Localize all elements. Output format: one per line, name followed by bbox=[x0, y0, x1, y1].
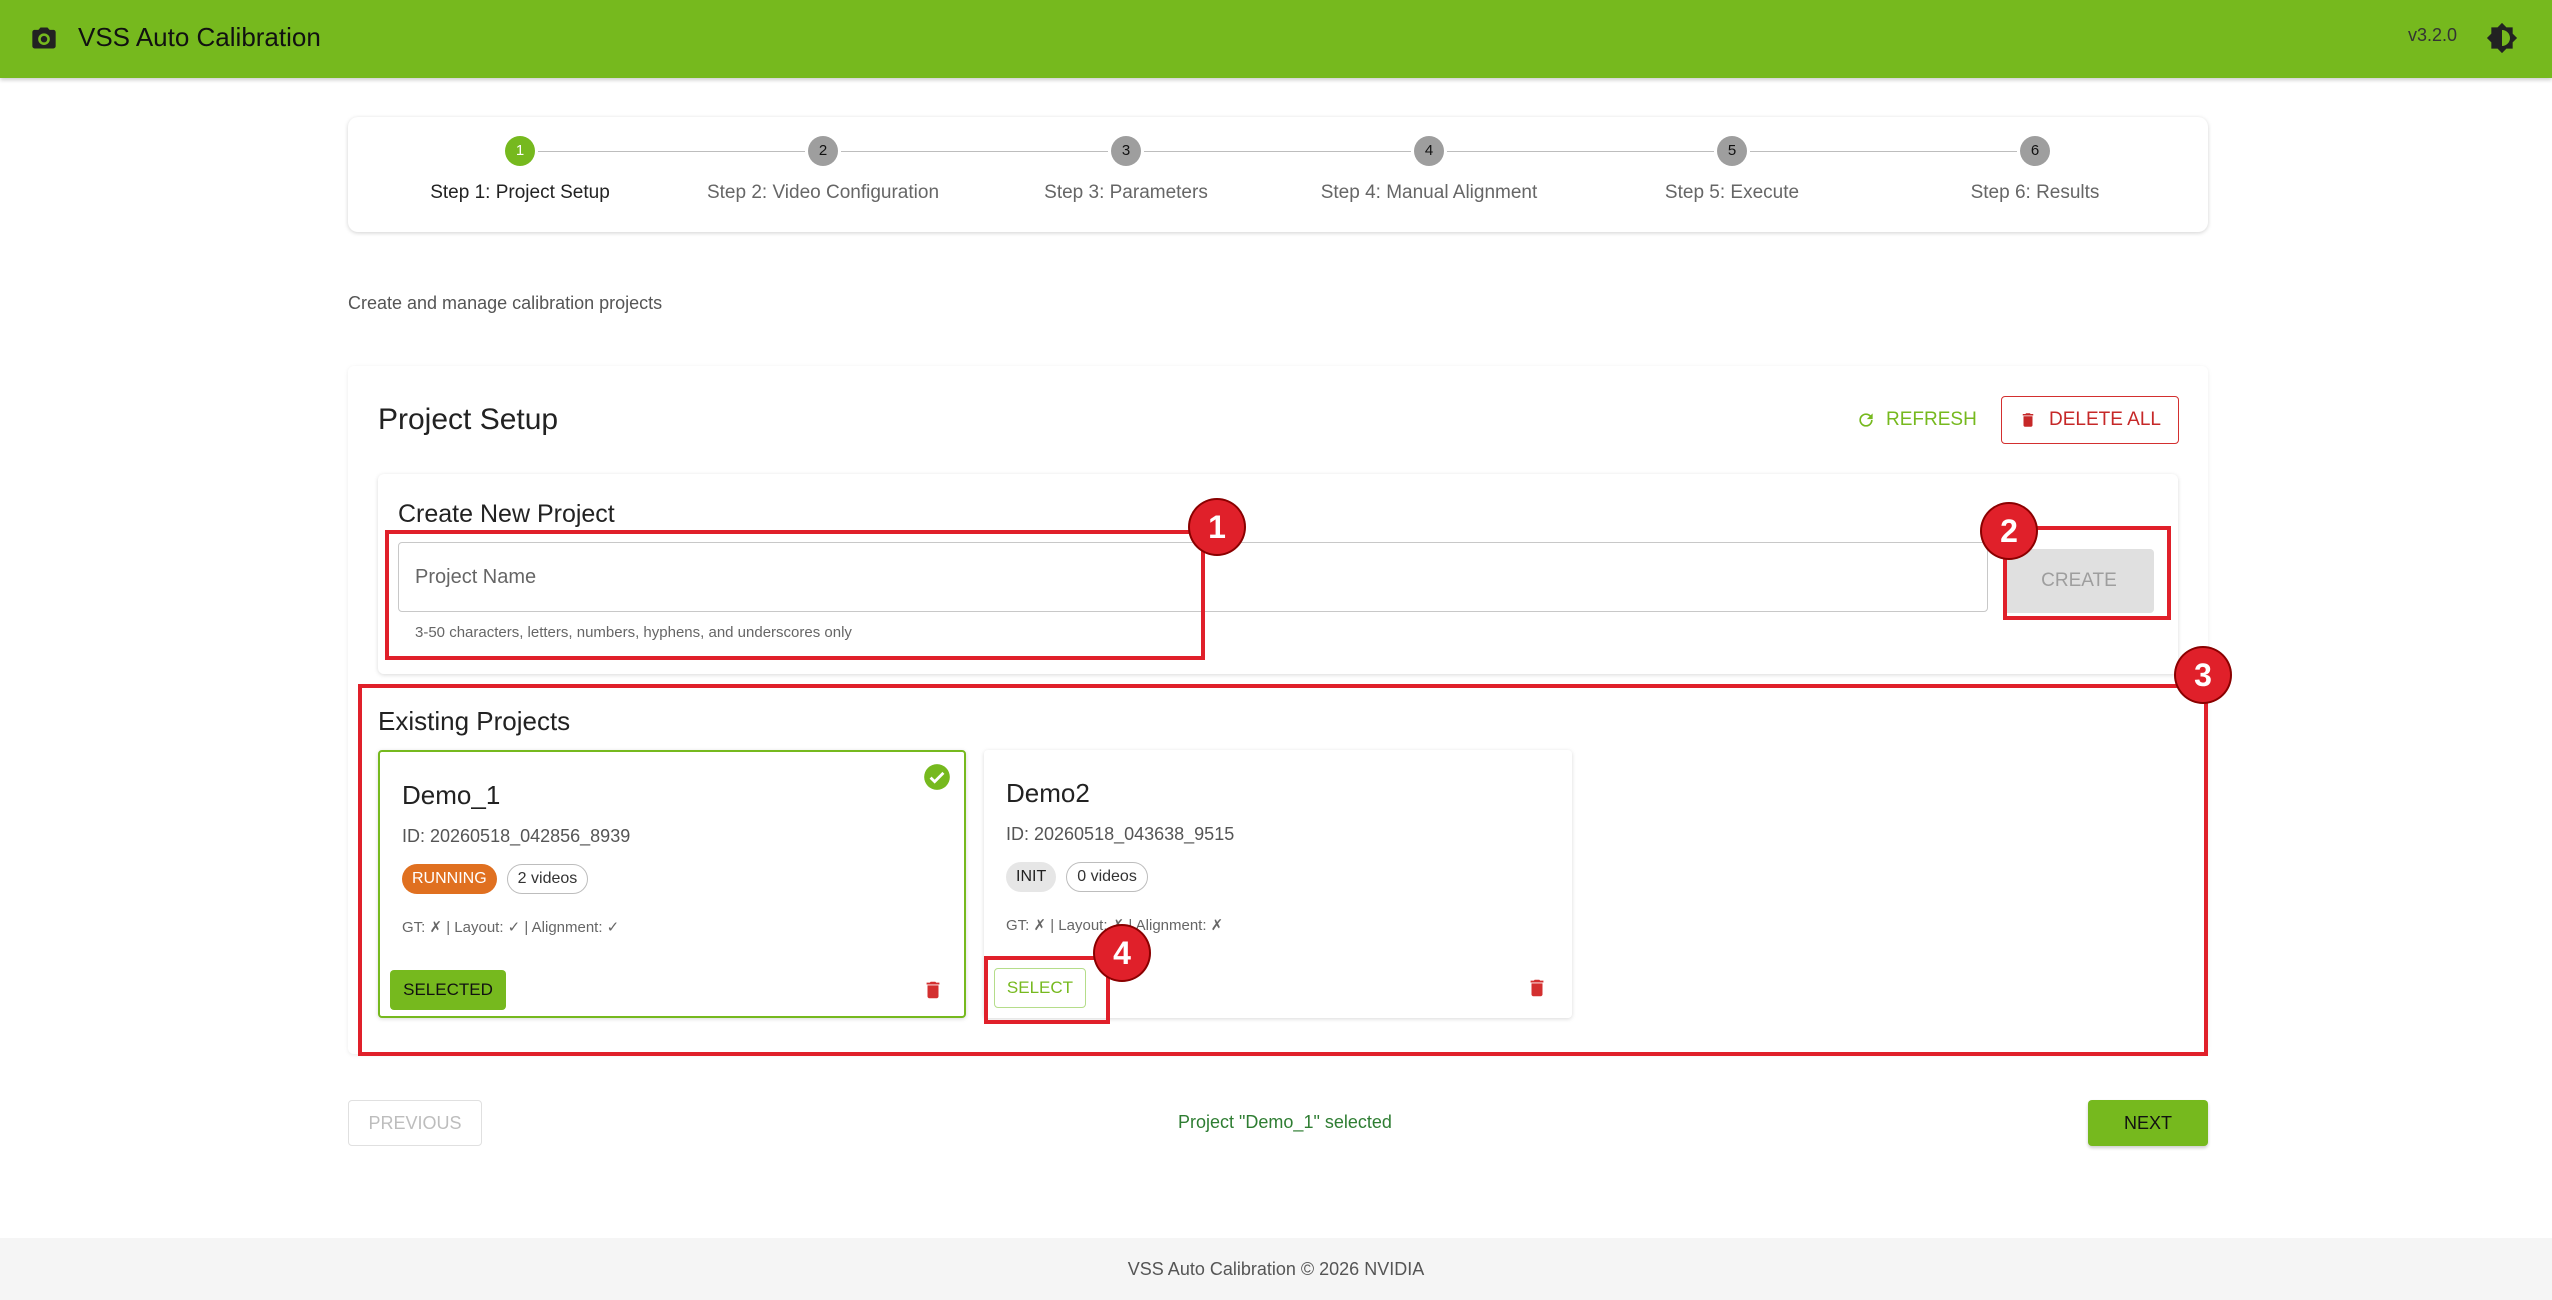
delete-all-button[interactable]: DELETE ALL bbox=[2001, 396, 2179, 444]
step-number: 5 bbox=[1717, 136, 1747, 166]
step-number: 2 bbox=[808, 136, 838, 166]
step-execute[interactable]: 5 Step 5: Execute bbox=[1582, 136, 1882, 204]
refresh-button[interactable]: REFRESH bbox=[1856, 409, 1977, 431]
annotation-badge-3: 3 bbox=[2176, 648, 2230, 702]
refresh-icon bbox=[1859, 413, 1873, 427]
selection-status: Project "Demo_1" selected bbox=[1178, 1112, 1392, 1132]
previous-button[interactable]: PREVIOUS bbox=[348, 1100, 482, 1146]
trash-icon bbox=[2022, 413, 2034, 427]
card-title: Project Setup bbox=[378, 403, 559, 436]
step-number: 1 bbox=[505, 136, 535, 166]
create-project-title: Create New Project bbox=[398, 500, 615, 528]
step-label: Step 2: Video Configuration bbox=[706, 182, 940, 203]
step-label: Step 6: Results bbox=[1970, 182, 2100, 203]
app-title: VSS Auto Calibration bbox=[78, 22, 321, 52]
footer: VSS Auto Calibration © 2026 NVIDIA bbox=[0, 1238, 2552, 1300]
step-video-configuration[interactable]: 2 Step 2: Video Configuration bbox=[673, 136, 973, 204]
step-label: Step 3: Parameters bbox=[1044, 182, 1208, 203]
delete-all-label: DELETE ALL bbox=[2049, 409, 2161, 430]
camera-icon bbox=[32, 27, 56, 49]
annotation-box-1 bbox=[385, 530, 1205, 660]
page-subtitle: Create and manage calibration projects bbox=[348, 293, 663, 313]
step-number: 6 bbox=[2020, 136, 2050, 166]
step-number: 3 bbox=[1111, 136, 1141, 166]
annotation-badge-1: 1 bbox=[1190, 500, 1244, 554]
annotation-badge-4: 4 bbox=[1095, 926, 1149, 980]
step-results[interactable]: 6 Step 6: Results bbox=[1885, 136, 2185, 204]
annotation-box-3 bbox=[358, 684, 2208, 1056]
stepper: 1 Step 1: Project Setup 2 Step 2: Video … bbox=[348, 117, 2208, 232]
next-button[interactable]: NEXT bbox=[2088, 1100, 2208, 1146]
step-label: Step 1: Project Setup bbox=[430, 182, 610, 203]
annotation-badge-2: 2 bbox=[1982, 504, 2036, 558]
step-label: Step 5: Execute bbox=[1664, 182, 1800, 203]
version-label: v3.2.0 bbox=[2408, 25, 2458, 45]
app-bar: VSS Auto Calibration v3.2.0 bbox=[0, 0, 2552, 78]
step-number: 4 bbox=[1414, 136, 1444, 166]
step-parameters[interactable]: 3 Step 3: Parameters bbox=[976, 136, 1276, 204]
step-manual-alignment[interactable]: 4 Step 4: Manual Alignment bbox=[1279, 136, 1579, 204]
step-project-setup[interactable]: 1 Step 1: Project Setup bbox=[370, 136, 670, 204]
step-label: Step 4: Manual Alignment bbox=[1320, 182, 1538, 203]
annotation-box-4 bbox=[984, 956, 1110, 1024]
brightness-icon[interactable] bbox=[2486, 22, 2518, 54]
refresh-label: REFRESH bbox=[1886, 409, 1977, 430]
